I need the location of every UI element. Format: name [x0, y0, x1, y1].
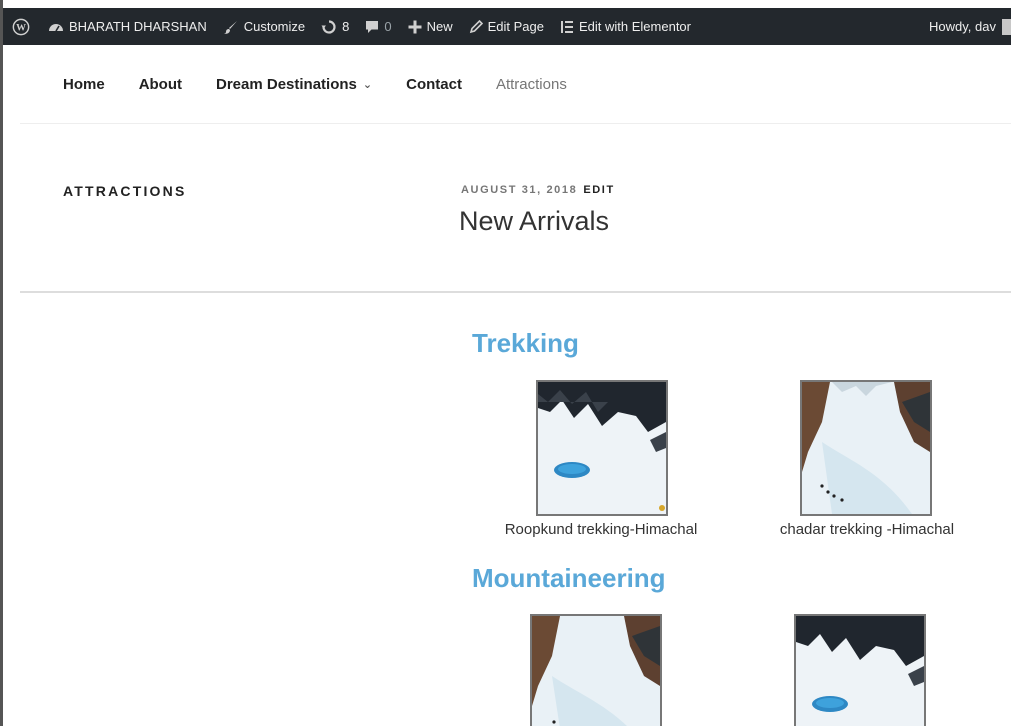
nav-item-home[interactable]: Home: [63, 76, 105, 93]
edit-page-label: Edit Page: [487, 19, 544, 34]
edit-page-link[interactable]: Edit Page: [461, 8, 552, 45]
chadar-photo: [802, 382, 930, 514]
customize-link[interactable]: Customize: [215, 8, 313, 45]
section-heading-mountaineering: Mountaineering: [472, 563, 666, 593]
nav-item-about[interactable]: About: [139, 76, 182, 93]
comments-count: 0: [384, 19, 392, 34]
page-frame: W BHARATH DHARSHAN Customize 8 0 New Edi…: [0, 0, 1011, 726]
updates-icon: [321, 19, 336, 34]
dashboard-icon: [49, 23, 63, 31]
brush-icon: [223, 20, 237, 34]
nav-item-attractions[interactable]: Attractions: [496, 76, 567, 93]
updates-count: 8: [342, 19, 350, 34]
mountaineering-image-1[interactable]: [530, 614, 662, 726]
elementor-icon: [561, 20, 573, 33]
site-name-label: BHARATH DHARSHAN: [69, 19, 207, 34]
post-date[interactable]: AUGUST 31, 2018: [461, 184, 577, 196]
trekking-image-roopkund[interactable]: [536, 380, 668, 516]
svg-text:W: W: [16, 22, 26, 33]
new-label: New: [426, 19, 453, 34]
nav-dream-destinations-label: Dream Destinations: [216, 75, 357, 93]
new-content-link[interactable]: New: [400, 8, 461, 45]
chevron-down-icon: ⌄: [362, 78, 373, 91]
updates-link[interactable]: 8: [313, 8, 357, 45]
entry-meta: AUGUST 31, 2018 EDIT: [461, 184, 615, 196]
comment-icon: [366, 20, 379, 33]
my-account-link[interactable]: Howdy, dav: [921, 8, 1011, 45]
mountaineering-photo-2: [796, 616, 924, 726]
mountaineering-image-2[interactable]: [794, 614, 926, 726]
howdy-label: Howdy, dav: [929, 19, 996, 34]
pencil-icon: [469, 19, 483, 33]
nav-about-label: About: [138, 75, 183, 93]
entry-title: New Arrivals: [459, 206, 610, 236]
wordpress-icon: W: [12, 18, 30, 35]
caption-roopkund[interactable]: Roopkund trekking-Himachal: [494, 521, 708, 538]
plus-icon: [408, 20, 422, 33]
nav-home-label: Home: [63, 75, 105, 93]
roopkund-photo: [538, 382, 666, 514]
avatar: [1002, 18, 1011, 35]
nav-item-dream-destinations[interactable]: Dream Destinations ⌄: [216, 76, 372, 93]
site-name-link[interactable]: BHARATH DHARSHAN: [40, 8, 215, 45]
wordpress-logo-button[interactable]: W: [3, 8, 40, 45]
wp-admin-bar: W BHARATH DHARSHAN Customize 8 0 New Edi…: [3, 8, 1011, 45]
nav-item-contact[interactable]: Contact: [406, 76, 462, 93]
mountaineering-photo-1: [532, 616, 660, 726]
caption-chadar[interactable]: chadar trekking -Himachal: [765, 521, 969, 538]
edit-with-elementor-link[interactable]: Edit with Elementor: [552, 8, 699, 45]
window-edge: [0, 0, 3, 726]
comments-link[interactable]: 0: [357, 8, 399, 45]
edit-elementor-label: Edit with Elementor: [579, 19, 691, 34]
divider: [20, 291, 1011, 293]
trekking-image-chadar[interactable]: [800, 380, 932, 516]
page-title: ATTRACTIONS: [63, 183, 187, 199]
nav-attractions-label: Attractions: [495, 75, 567, 93]
customize-label: Customize: [243, 19, 306, 34]
edit-link[interactable]: EDIT: [583, 184, 614, 196]
nav-contact-label: Contact: [406, 75, 462, 93]
section-heading-trekking: Trekking: [472, 328, 579, 358]
main-navigation: Home About Dream Destinations ⌄ Contact A…: [20, 45, 1011, 124]
